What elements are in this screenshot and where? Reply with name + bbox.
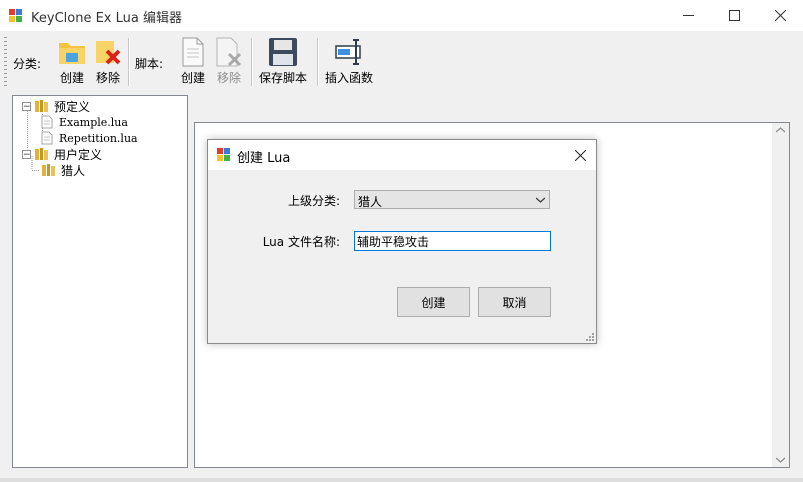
scroll-up-icon[interactable] [776,127,785,133]
file-icon [41,115,53,129]
filename-input[interactable] [354,231,551,251]
collapse-icon[interactable]: − [22,149,31,159]
tree-node-predefined[interactable]: − 预定义 [22,98,90,114]
tree-node-file[interactable]: Example.lua [41,114,128,130]
dialog-close-button[interactable] [564,140,596,170]
toolbar-separator [251,38,253,86]
tree-node-label: 用户定义 [54,147,103,162]
parent-category-value: 猎人 [358,195,383,209]
insert-function-button[interactable]: 插入函数 [322,35,376,87]
category-label: 分类: [13,57,42,71]
tree-node-label: 预定义 [54,99,91,114]
minimize-button[interactable] [665,0,711,31]
chevron-down-icon [536,197,545,203]
maximize-icon [728,10,740,21]
create-lua-dialog: 创建 Lua 上级分类: 猎人 Lua 文件名称: 创建 取消 [207,139,597,344]
cancel-button[interactable]: 取消 [478,287,551,317]
close-button[interactable] [757,0,803,31]
tree-node-user-defined[interactable]: − 用户定义 [22,146,102,162]
parent-category-label: 上级分类: [287,194,340,208]
document-icon [182,37,204,67]
bottom-strip [0,478,803,482]
tree-node-file[interactable]: Repetition.lua [41,130,138,146]
save-disk-icon [269,38,297,66]
parent-category-select[interactable]: 猎人 [354,190,550,209]
tree-node-label: 猎人 [61,163,86,178]
vertical-scrollbar[interactable] [772,123,789,467]
folder-icon [35,148,48,160]
maximize-button[interactable] [711,0,757,31]
resize-grip-icon[interactable] [585,332,595,342]
tree-node-folder[interactable]: 猎人 [41,162,85,178]
remove-category-label: 移除 [95,71,120,85]
dialog-title: 创建 Lua [237,151,291,166]
window-title: KeyClone Ex Lua 编辑器 [31,11,182,26]
dialog-title-bar: 创建 Lua [208,140,596,170]
file-icon [41,131,53,145]
title-bar: KeyClone Ex Lua 编辑器 [0,0,803,31]
folder-icon [42,164,55,176]
insert-function-icon [335,39,361,65]
tree-node-label: Repetition.lua [59,131,138,145]
toolbar-separator [317,38,319,86]
insert-function-label: 插入函数 [324,71,373,85]
minimize-icon [682,15,694,16]
save-script-button[interactable]: 保存脚本 [256,35,310,87]
folder-icon [35,100,48,112]
document-remove-icon [216,37,242,67]
filename-label: Lua 文件名称: [262,235,340,249]
remove-script-label: 移除 [216,71,241,85]
script-tree[interactable]: − 预定义 Example.lua Repetition.lua − 用户定义 … [12,95,188,468]
toolbar-grip[interactable] [4,37,7,87]
remove-script-button[interactable]: 移除 [205,35,253,87]
collapse-icon[interactable]: − [22,101,31,111]
close-icon [774,10,786,21]
tree-node-label: Example.lua [59,115,128,129]
script-label: 脚本: [135,57,164,71]
folder-create-icon [59,43,85,64]
save-script-label: 保存脚本 [258,71,307,85]
create-button[interactable]: 创建 [397,287,470,317]
remove-category-button[interactable]: 移除 [84,35,132,87]
folder-remove-icon [96,41,121,65]
close-icon [574,149,586,161]
app-icon [9,9,22,22]
app-icon [217,148,230,161]
toolbar-separator [128,38,130,86]
scroll-down-icon[interactable] [776,457,785,463]
